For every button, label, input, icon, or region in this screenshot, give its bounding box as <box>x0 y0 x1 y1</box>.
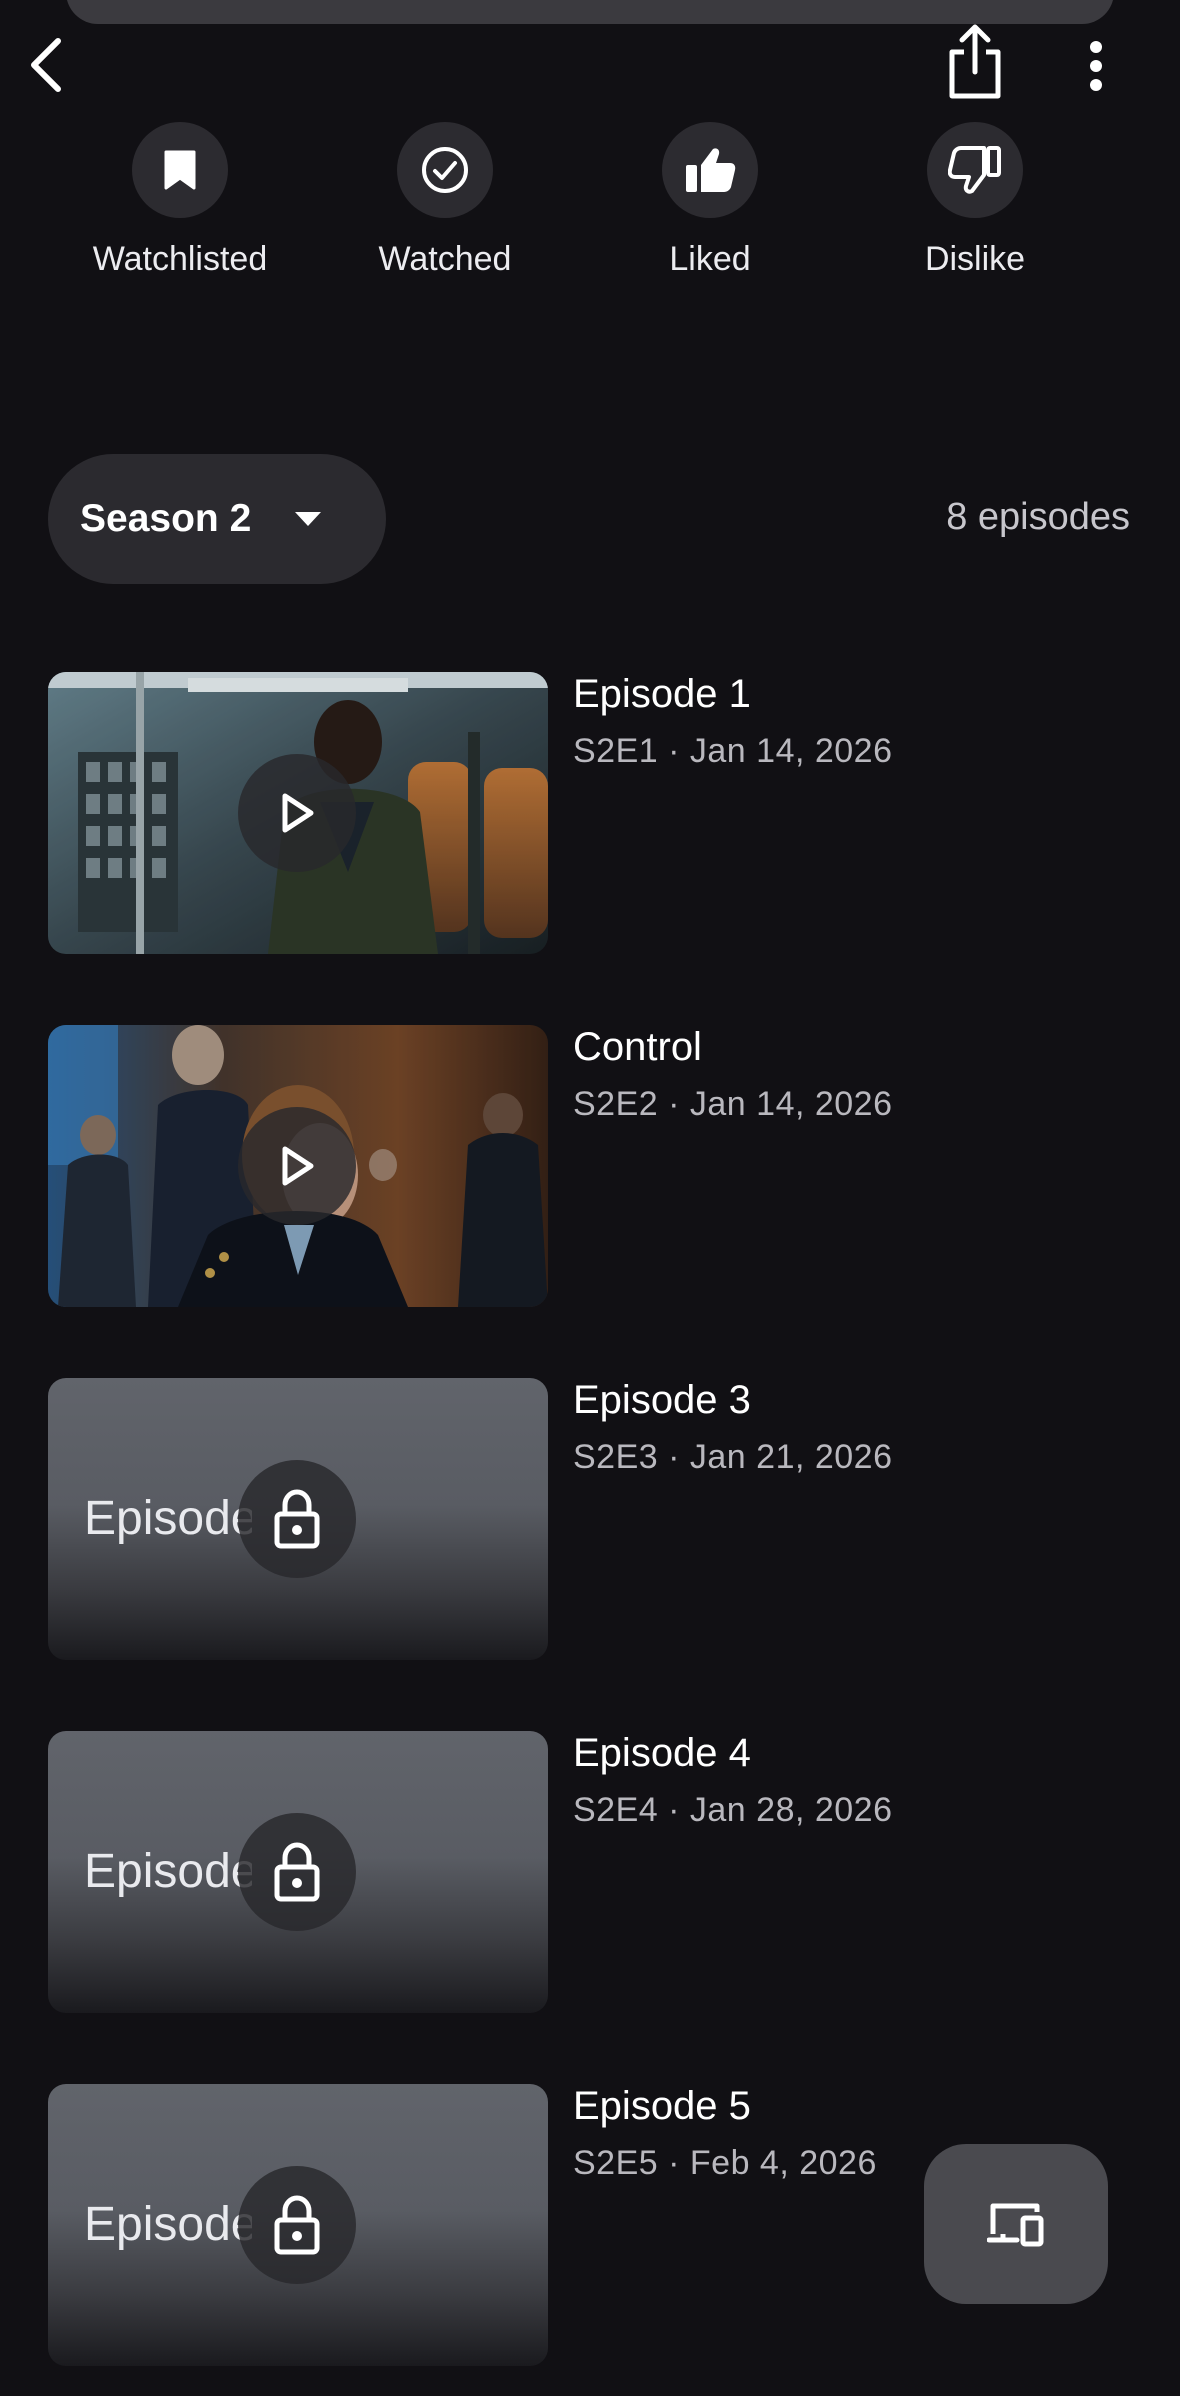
thumbnail-text: Episode <box>84 1845 252 1898</box>
episode-thumbnail[interactable]: Episode <box>48 2084 548 2366</box>
season-dropdown[interactable]: Season 2 <box>48 454 386 584</box>
cast-button[interactable] <box>924 2144 1108 2304</box>
lock-icon <box>274 2195 320 2255</box>
episode-item-2[interactable]: Control S2E2 · Jan 14, 2026 <box>48 1025 1132 1307</box>
watchlisted-circle <box>132 122 228 218</box>
share-button[interactable] <box>940 20 1010 104</box>
episode-meta: S2E1 · Jan 14, 2026 <box>573 732 893 770</box>
episode-thumbnail[interactable]: Episode <box>48 1378 548 1660</box>
episode-title: Episode 5 <box>573 2084 751 2128</box>
more-vertical-icon <box>1090 41 1102 91</box>
episode-meta: S2E3 · Jan 21, 2026 <box>573 1438 893 1476</box>
thumbnail-text: Episode <box>84 2198 252 2251</box>
episode-meta: S2E4 · Jan 28, 2026 <box>573 1791 893 1829</box>
lock-icon <box>274 1842 320 1902</box>
locked-button[interactable] <box>238 1460 356 1578</box>
caret-down-icon <box>295 512 322 526</box>
episode-count: 8 episodes <box>946 496 1130 538</box>
back-button[interactable] <box>18 30 74 100</box>
liked-circle <box>662 122 758 218</box>
episode-title: Episode 1 <box>573 672 751 716</box>
episode-meta: S2E5 · Feb 4, 2026 <box>573 2144 877 2182</box>
more-options-button[interactable] <box>1080 30 1112 102</box>
cast-icon <box>987 2203 1044 2247</box>
episode-item-4[interactable]: Episode Episode 4 S2E4 · Jan 28, 2026 <box>48 1731 1132 2013</box>
play-icon <box>282 793 314 833</box>
chevron-left-icon <box>31 38 61 92</box>
thumbnail-text: Episode <box>84 1492 252 1545</box>
thumbs-down-icon <box>948 146 1001 194</box>
watched-button[interactable]: Watched <box>315 122 575 279</box>
episode-thumbnail[interactable]: Episode <box>48 1731 548 2013</box>
play-icon <box>282 1146 314 1186</box>
episode-item-3[interactable]: Episode Episode 3 S2E3 · Jan 21, 2026 <box>48 1378 1132 1660</box>
watched-label: Watched <box>378 240 512 278</box>
watched-circle <box>397 122 493 218</box>
locked-button[interactable] <box>238 1813 356 1931</box>
bookmark-icon <box>164 150 196 190</box>
episode-title: Control <box>573 1025 702 1069</box>
locked-button[interactable] <box>238 2166 356 2284</box>
watchlisted-label: Watchlisted <box>92 240 268 278</box>
liked-button[interactable]: Liked <box>580 122 840 279</box>
episode-title: Episode 3 <box>573 1378 751 1422</box>
lock-icon <box>274 1489 320 1549</box>
episode-title: Episode 4 <box>573 1731 751 1775</box>
play-button[interactable] <box>238 1107 356 1225</box>
watchlisted-button[interactable]: Watchlisted <box>50 122 310 279</box>
liked-label: Liked <box>669 240 751 278</box>
episode-page: Watchlisted Watched Liked Dislike Season… <box>0 0 1180 2396</box>
episode-thumbnail[interactable] <box>48 1025 548 1307</box>
episode-meta: S2E2 · Jan 14, 2026 <box>573 1085 893 1123</box>
episode-item-1[interactable]: Episode 1 S2E1 · Jan 14, 2026 <box>48 672 1132 954</box>
episode-thumbnail[interactable] <box>48 672 548 954</box>
share-icon <box>949 24 1001 99</box>
dislike-circle <box>927 122 1023 218</box>
season-dropdown-label: Season 2 <box>80 497 252 540</box>
play-button[interactable] <box>238 754 356 872</box>
dislike-button[interactable]: Dislike <box>845 122 1105 279</box>
thumbs-up-icon <box>686 148 736 192</box>
dislike-label: Dislike <box>924 240 1026 278</box>
check-circle-icon <box>422 147 468 193</box>
